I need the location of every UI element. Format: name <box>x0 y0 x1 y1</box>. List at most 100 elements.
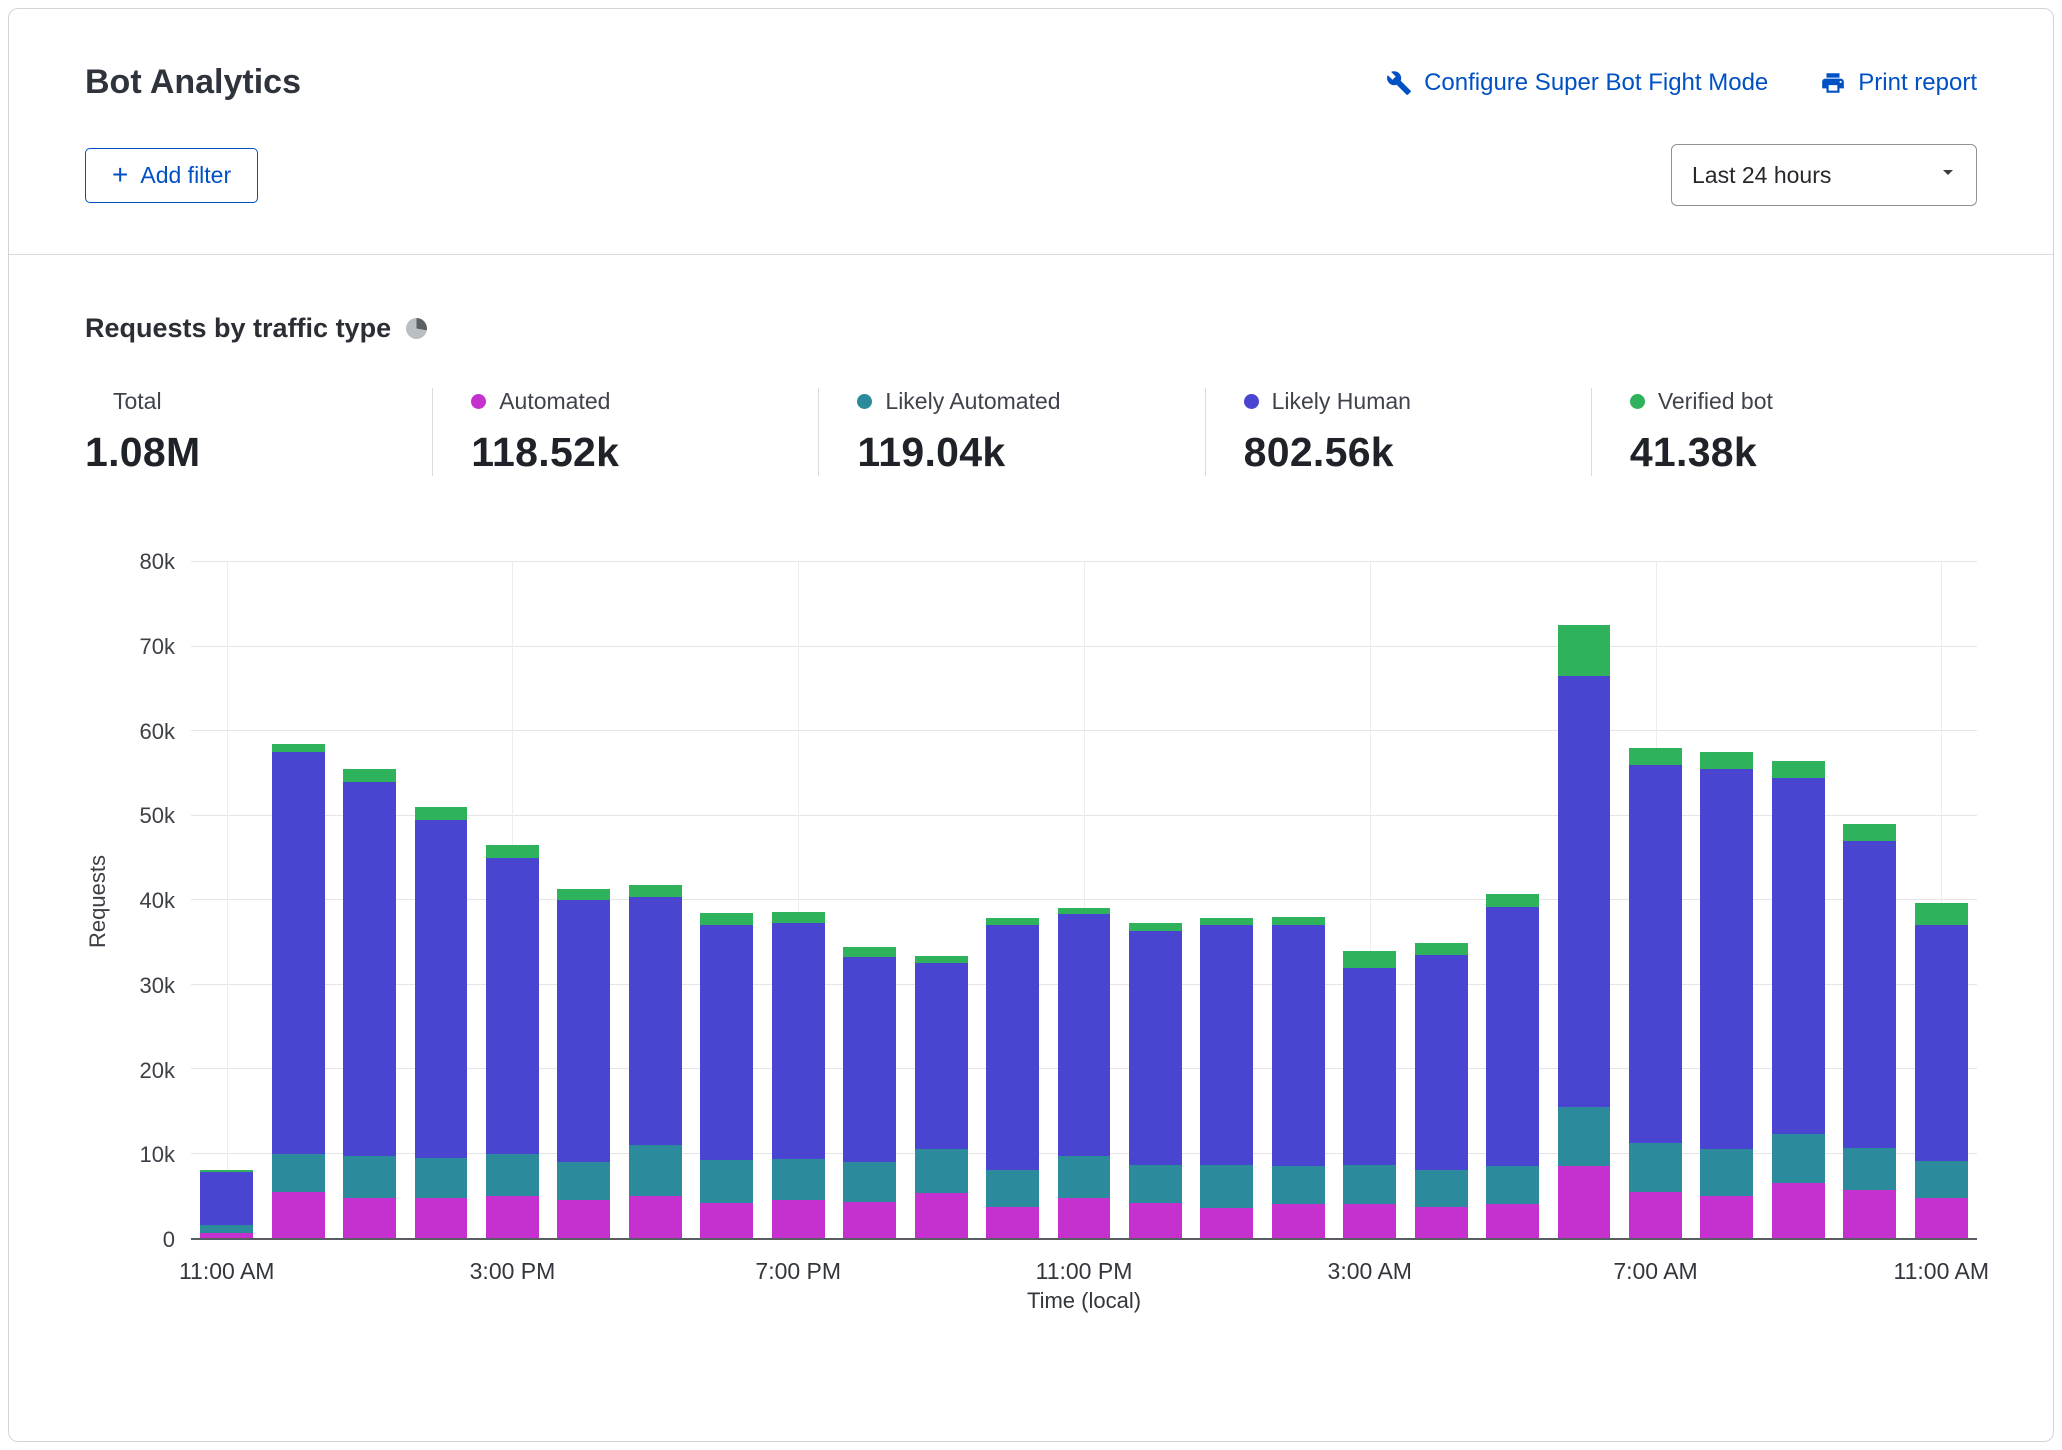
segment-automated <box>843 1202 896 1238</box>
chart-section: Requests by traffic type Total 1.08M Aut… <box>9 313 2053 1350</box>
bar-7-00-am[interactable] <box>1620 562 1691 1238</box>
stat-likely-automated[interactable]: Likely Automated 119.04k <box>818 388 1204 476</box>
bar-8-00-am[interactable] <box>1691 562 1762 1238</box>
segment-automated <box>1200 1208 1253 1238</box>
y-axis-title: Requests <box>85 855 121 948</box>
segment-likely-human <box>1200 925 1253 1165</box>
bar-10-00-pm[interactable] <box>977 562 1048 1238</box>
stat-verified-bot[interactable]: Verified bot 41.38k <box>1591 388 1977 476</box>
segment-automated <box>986 1207 1039 1238</box>
printer-icon <box>1820 70 1846 96</box>
segment-verified-bot <box>1415 943 1468 955</box>
segment-likely-automated <box>272 1154 325 1192</box>
time-range-select[interactable]: Last 24 hours <box>1671 144 1977 206</box>
segment-likely-automated <box>486 1154 539 1196</box>
segment-verified-bot <box>629 885 682 898</box>
bar-2-00-am[interactable] <box>1263 562 1334 1238</box>
segment-likely-human <box>1415 955 1468 1170</box>
segment-likely-automated <box>200 1225 253 1233</box>
bar-11-00-pm[interactable] <box>1048 562 1119 1238</box>
print-report-link[interactable]: Print report <box>1820 69 1977 97</box>
y-tick-label: 60k <box>140 719 175 745</box>
requests-chart: Requests 010k20k30k40k50k60k70k80k 11:00… <box>85 562 1977 1350</box>
stat-label: Likely Human <box>1272 388 1411 415</box>
segment-verified-bot <box>1486 894 1539 907</box>
segment-likely-human <box>1272 925 1325 1166</box>
segment-likely-human <box>772 923 825 1160</box>
segment-verified-bot <box>700 913 753 926</box>
segment-likely-automated <box>1700 1149 1753 1195</box>
segment-verified-bot <box>1558 625 1611 676</box>
filter-row: + Add filter Last 24 hours <box>9 102 2053 254</box>
section-title: Requests by traffic type <box>85 313 391 344</box>
segment-automated <box>1629 1192 1682 1238</box>
segment-likely-human <box>1772 778 1825 1135</box>
add-filter-button[interactable]: + Add filter <box>85 148 258 203</box>
segment-likely-automated <box>843 1162 896 1202</box>
configure-super-bot-fight-mode-link[interactable]: Configure Super Bot Fight Mode <box>1386 69 1768 97</box>
bar-12-00-pm[interactable] <box>262 562 333 1238</box>
stat-label: Automated <box>499 388 610 415</box>
segment-automated <box>200 1233 253 1238</box>
add-filter-label: Add filter <box>140 162 231 189</box>
header-actions: Configure Super Bot Fight Mode Print rep… <box>1386 69 1977 97</box>
segment-verified-bot <box>415 807 468 820</box>
bar-6-00-pm[interactable] <box>691 562 762 1238</box>
segment-likely-automated <box>915 1149 968 1193</box>
segment-likely-human <box>1486 907 1539 1166</box>
bar-3-00-pm[interactable] <box>477 562 548 1238</box>
bar-2-00-pm[interactable] <box>405 562 476 1238</box>
chevron-down-icon <box>1936 160 1960 190</box>
bar-11-00-am[interactable] <box>1906 562 1977 1238</box>
segment-likely-human <box>629 897 682 1145</box>
legend-dot <box>471 394 486 409</box>
x-tick-label: 3:00 AM <box>1328 1258 1412 1285</box>
bar-9-00-pm[interactable] <box>905 562 976 1238</box>
segment-automated <box>1558 1166 1611 1238</box>
legend-dot <box>857 394 872 409</box>
bar-1-00-am[interactable] <box>1191 562 1262 1238</box>
segment-likely-automated <box>1343 1165 1396 1204</box>
traffic-stats: Total 1.08M Automated 118.52k Likely Aut… <box>85 388 1977 476</box>
segment-automated <box>1843 1190 1896 1238</box>
y-tick-label: 30k <box>140 973 175 999</box>
bar-1-00-pm[interactable] <box>334 562 405 1238</box>
legend-dot <box>1630 394 1645 409</box>
bar-10-00-am[interactable] <box>1834 562 1905 1238</box>
time-range-value: Last 24 hours <box>1692 162 1831 189</box>
segment-likely-automated <box>1058 1156 1111 1198</box>
y-tick-label: 0 <box>163 1227 175 1253</box>
bar-5-00-am[interactable] <box>1477 562 1548 1238</box>
bar-11-00-am[interactable] <box>191 562 262 1238</box>
stat-value: 118.52k <box>471 429 818 476</box>
segment-likely-automated <box>1772 1134 1825 1183</box>
bot-analytics-card: Bot Analytics Configure Super Bot Fight … <box>8 8 2054 1442</box>
legend-dot <box>1244 394 1259 409</box>
bar-6-00-am[interactable] <box>1548 562 1619 1238</box>
stat-automated[interactable]: Automated 118.52k <box>432 388 818 476</box>
bar-7-00-pm[interactable] <box>763 562 834 1238</box>
segment-verified-bot <box>843 947 896 956</box>
segment-verified-bot <box>986 918 1039 926</box>
bar-9-00-am[interactable] <box>1763 562 1834 1238</box>
stat-label: Likely Automated <box>885 388 1060 415</box>
segment-likely-human <box>1915 925 1968 1161</box>
y-tick-label: 50k <box>140 803 175 829</box>
bar-8-00-pm[interactable] <box>834 562 905 1238</box>
bar-3-00-am[interactable] <box>1334 562 1405 1238</box>
print-link-label: Print report <box>1858 69 1977 97</box>
segment-automated <box>1915 1198 1968 1238</box>
stat-likely-human[interactable]: Likely Human 802.56k <box>1205 388 1591 476</box>
segment-verified-bot <box>1700 752 1753 769</box>
bar-5-00-pm[interactable] <box>620 562 691 1238</box>
segment-likely-human <box>486 858 539 1154</box>
segment-likely-automated <box>1129 1165 1182 1203</box>
segment-automated <box>1415 1207 1468 1238</box>
segment-verified-bot <box>1772 761 1825 778</box>
segment-verified-bot <box>557 889 610 900</box>
bar-4-00-pm[interactable] <box>548 562 619 1238</box>
bar-4-00-am[interactable] <box>1405 562 1476 1238</box>
x-tick-label: 11:00 AM <box>179 1258 274 1285</box>
bar-12-00-am[interactable] <box>1120 562 1191 1238</box>
x-tick-label: 7:00 AM <box>1613 1258 1697 1285</box>
